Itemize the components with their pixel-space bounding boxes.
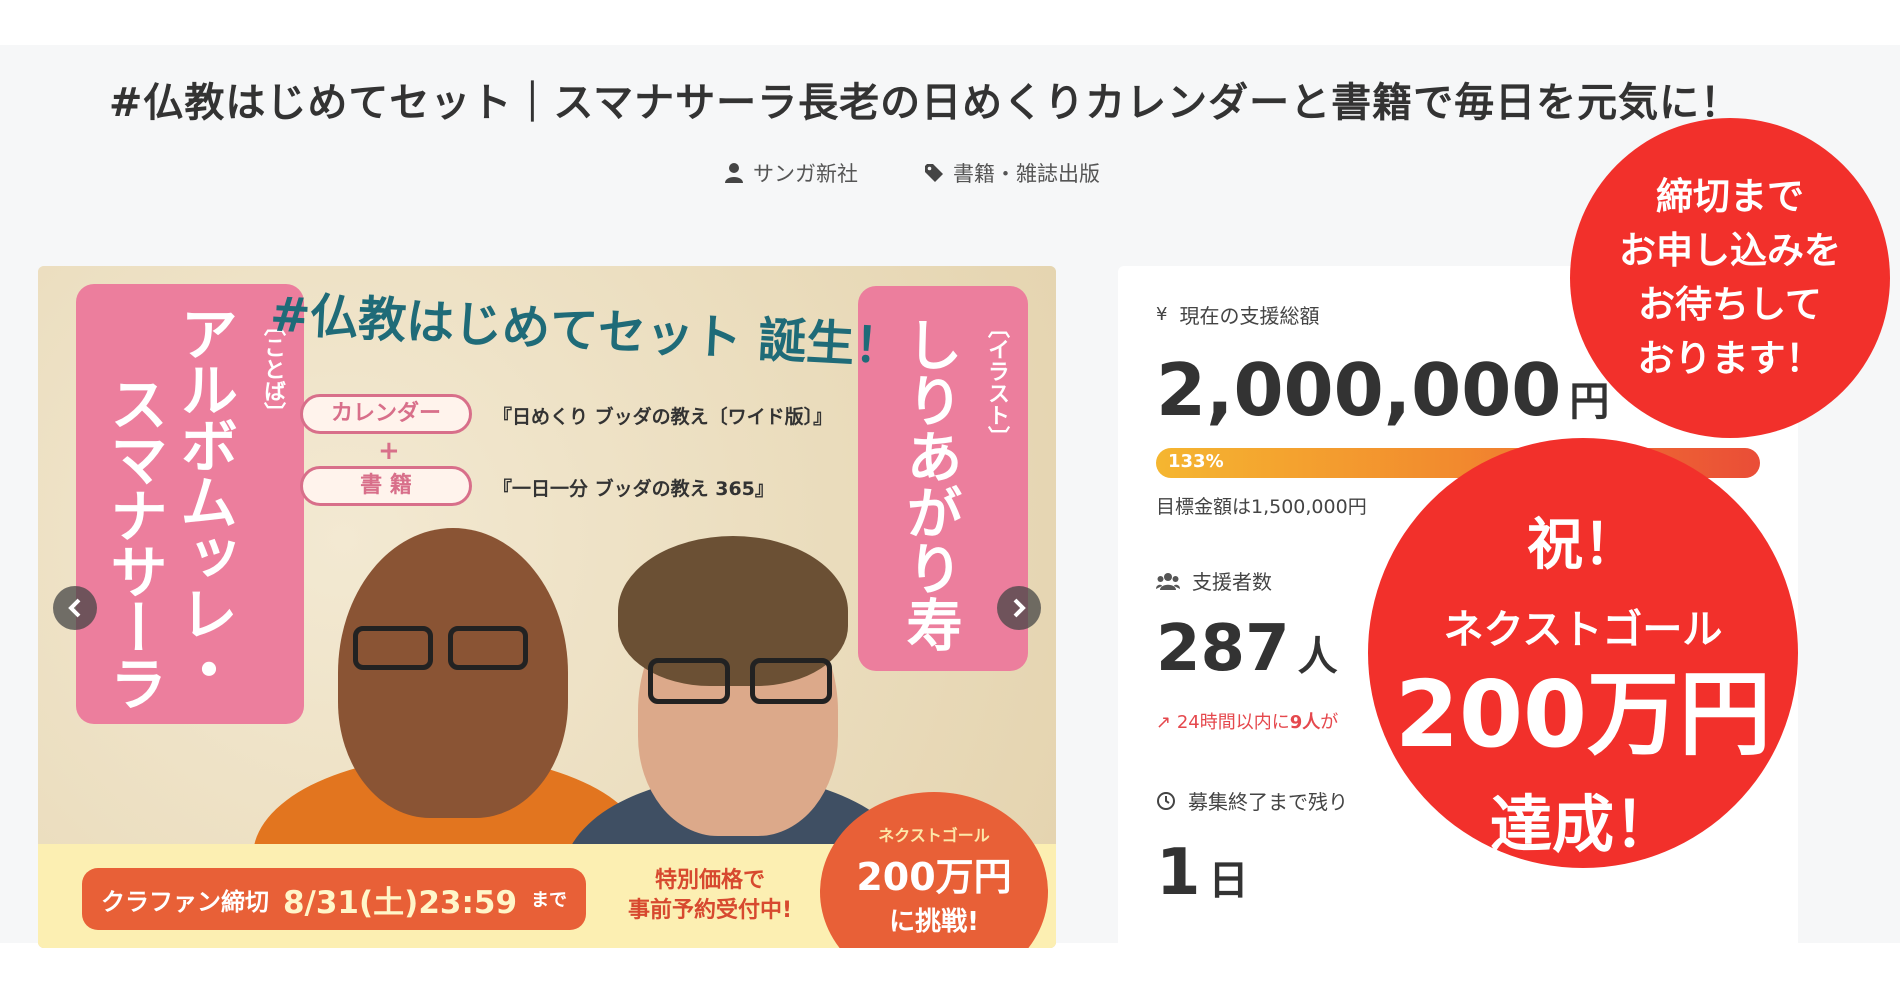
- trend-suffix: が: [1320, 712, 1339, 733]
- trending-up-icon: ↗: [1156, 712, 1172, 733]
- badge-line2: 200万円: [856, 855, 1012, 899]
- deadline-date: 8/31(土)23:59: [282, 884, 518, 921]
- trend-prefix: 24時間以内に: [1176, 712, 1290, 733]
- bubble-illustrator-caption: 〔イラスト〕: [984, 316, 1009, 448]
- total-label: ¥ 現在の支援総額: [1156, 300, 1319, 329]
- special-price-text: 特別価格で 事前予約受付中!: [610, 866, 810, 925]
- item-label-book: 書 籍: [300, 466, 472, 506]
- total-label-text: 現在の支援総額: [1179, 304, 1320, 328]
- carousel-prev-button[interactable]: [53, 586, 97, 630]
- progress-percent: 133%: [1168, 451, 1224, 472]
- deadline-label: クラファン締切: [100, 887, 269, 916]
- remaining-days-value: 1: [1156, 836, 1201, 910]
- item-product-calendar: 『日めくり ブッダの教え〔ワイド版〕』: [493, 406, 833, 428]
- page-title: #仏教はじめてセット｜スマナサーラ長老の日めくりカレンダーと書籍で毎日を元気に！: [108, 80, 1742, 126]
- chevron-left-icon: [68, 598, 81, 618]
- carousel-next-button[interactable]: [997, 586, 1041, 630]
- monk-glasses: [353, 626, 433, 670]
- item-product-book: 『一日一分 ブッダの教え 365』: [493, 478, 774, 500]
- achieved-line2: ネクストゴール: [1443, 607, 1723, 653]
- remaining-label: 募集終了まで残り: [1156, 786, 1348, 815]
- backers-label: 支援者数: [1156, 566, 1272, 595]
- goal-amount: 目標金額は1,500,000円: [1156, 496, 1367, 518]
- deadline-notice-badge: 締切まで お申し込みを お待ちして おります！: [1570, 118, 1890, 438]
- illustrator-glasses: [648, 658, 730, 704]
- backers-label-text: 支援者数: [1192, 570, 1272, 594]
- monk-portrait: [338, 528, 568, 818]
- bubble-illustrator-name: しりあがり寿: [897, 316, 962, 652]
- author-meta[interactable]: サンガ新社: [725, 158, 858, 188]
- notice-line4: おります！: [1637, 337, 1823, 380]
- remaining-days: 1日: [1156, 836, 1249, 910]
- hero-banner[interactable]: 〔ことば〕 アルボムッレ・ スマナサーラ 〔イラスト〕 しりあがり寿 #仏教はじ…: [38, 266, 1056, 948]
- goal-achieved-badge: 祝！ ネクストゴール 200万円 達成！: [1368, 438, 1798, 868]
- deadline-until: まで: [531, 890, 568, 911]
- backers-count-value: 287: [1156, 612, 1290, 686]
- bubble-author-line2: スマナサーラ: [100, 374, 168, 710]
- total-amount: 2,000,000 円: [1156, 348, 1609, 432]
- achieved-line1: 祝！: [1527, 513, 1639, 578]
- notice-line2: お申し込みを: [1619, 229, 1841, 272]
- users-icon: [1156, 572, 1180, 590]
- notice-line1: 締切まで: [1656, 175, 1804, 218]
- monk-glasses-right: [448, 626, 528, 670]
- item-label-calendar: カレンダー: [300, 394, 472, 434]
- special-line2: 事前予約受付中!: [627, 897, 793, 923]
- person-icon: [725, 163, 743, 183]
- yen-icon: ¥: [1156, 304, 1168, 325]
- special-line1: 特別価格で: [654, 868, 765, 893]
- speech-bubble-author: 〔ことば〕 アルボムッレ・ スマナサーラ: [76, 284, 304, 724]
- illustrator-glasses-right: [750, 658, 832, 704]
- category-name[interactable]: 書籍・雑誌出版: [953, 158, 1100, 188]
- badge-line1: ネクストゴール: [878, 826, 990, 845]
- backers-count: 287 人: [1156, 612, 1338, 686]
- notice-line3: お待ちして: [1638, 283, 1822, 326]
- total-amount-value: 2,000,000: [1156, 348, 1562, 432]
- remaining-label-text: 募集終了まで残り: [1188, 790, 1348, 814]
- tag-icon: [925, 164, 943, 182]
- backers-count-unit: 人: [1297, 634, 1338, 680]
- chevron-right-icon: [1013, 598, 1026, 618]
- deadline-banner: クラファン締切 8/31(土)23:59 まで: [82, 868, 586, 930]
- backers-trend: ↗ 24時間以内に9人が: [1156, 708, 1338, 734]
- author-name[interactable]: サンガ新社: [753, 158, 858, 188]
- achieved-line3: 200万円: [1394, 661, 1772, 768]
- bubble-author-line1: アルボムッレ・: [170, 304, 238, 696]
- plus-sign: +: [378, 436, 400, 466]
- remaining-days-unit: 日: [1208, 858, 1249, 904]
- clock-icon: [1157, 791, 1175, 810]
- category-meta[interactable]: 書籍・雑誌出版: [925, 158, 1100, 188]
- achieved-line4: 達成！: [1489, 787, 1676, 861]
- badge-line3: に挑戦!: [889, 907, 979, 937]
- trend-count: 9人: [1289, 712, 1321, 733]
